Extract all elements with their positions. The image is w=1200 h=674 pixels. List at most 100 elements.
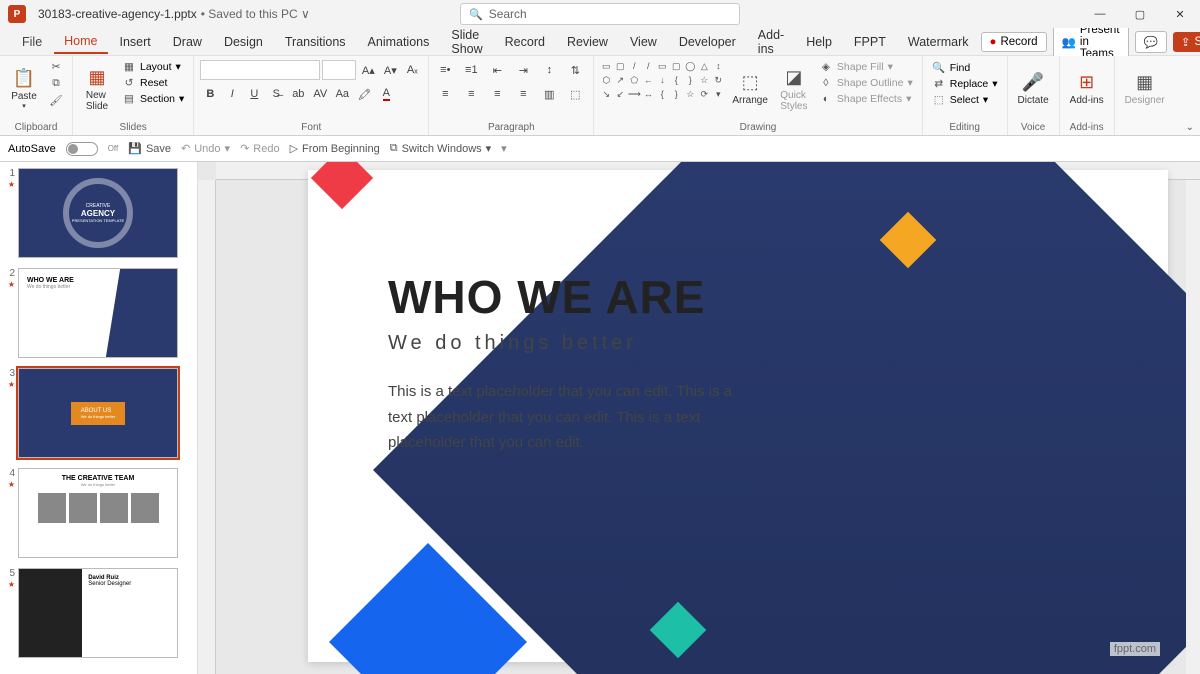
tab-slideshow[interactable]: Slide Show <box>441 24 492 60</box>
tab-insert[interactable]: Insert <box>110 31 161 53</box>
saved-status[interactable]: • Saved to this PC ∨ <box>201 7 310 21</box>
vertical-scrollbar[interactable] <box>1186 180 1200 674</box>
new-slide-button[interactable]: ▦ New Slide <box>79 60 115 118</box>
tab-view[interactable]: View <box>620 31 667 53</box>
thumbnail-3[interactable]: 3★ ABOUT USWe do things better <box>4 368 193 458</box>
smartart-button[interactable]: ⬚ <box>565 84 585 104</box>
columns-button[interactable]: ▥ <box>539 84 559 104</box>
increase-font-icon[interactable]: A▴ <box>358 60 378 80</box>
addins-button[interactable]: ⊞Add-ins <box>1066 60 1108 118</box>
tab-transitions[interactable]: Transitions <box>275 31 356 53</box>
bullets-button[interactable]: ≡• <box>435 60 455 80</box>
slide-canvas[interactable]: WHO WE ARE We do things better This is a… <box>308 170 1168 662</box>
format-painter-button[interactable]: 🖌 <box>46 93 66 108</box>
autosave-toggle[interactable] <box>66 142 98 156</box>
strikethrough-button[interactable]: S̶ <box>266 84 286 104</box>
play-icon: ▷ <box>290 142 298 155</box>
slide-thumbnails-panel[interactable]: 1★ CREATIVEAGENCYPRESENTATION TEMPLATE 2… <box>0 162 198 674</box>
indent-dec-button[interactable]: ⇤ <box>487 60 507 80</box>
tab-developer[interactable]: Developer <box>669 31 746 53</box>
dictate-button[interactable]: 🎤Dictate <box>1014 60 1053 118</box>
tab-animations[interactable]: Animations <box>358 31 440 53</box>
document-title[interactable]: 30183-creative-agency-1.pptx <box>38 7 197 21</box>
effects-icon: ◐ <box>819 93 833 105</box>
replace-button[interactable]: ⇄Replace ▾ <box>929 77 1001 91</box>
text-direction-button[interactable]: ⇅ <box>565 60 585 80</box>
line-spacing-button[interactable]: ↕ <box>539 60 559 80</box>
comments-button[interactable]: 💬 <box>1135 31 1167 53</box>
select-icon: ⬚ <box>932 94 946 106</box>
undo-button[interactable]: ↶Undo ▾ <box>181 142 230 155</box>
new-slide-icon: ▦ <box>88 67 105 88</box>
slide-subtitle[interactable]: We do things better <box>388 332 738 355</box>
tab-addins[interactable]: Add-ins <box>748 24 794 60</box>
shape-effects-button[interactable]: ◐Shape Effects ▾ <box>816 92 916 106</box>
decrease-font-icon[interactable]: A▾ <box>380 60 400 80</box>
tab-review[interactable]: Review <box>557 31 618 53</box>
minimize-button[interactable]: — <box>1080 0 1120 28</box>
arrange-button[interactable]: ⬚Arrange <box>728 60 772 118</box>
ribbon-collapse-button[interactable]: ⌄ <box>1186 122 1194 133</box>
fill-icon: ◈ <box>819 61 833 73</box>
underline-button[interactable]: U <box>244 84 264 104</box>
italic-button[interactable]: I <box>222 84 242 104</box>
shapes-gallery[interactable]: ▭▢//▭▢◯△↕ ⬡↗⬠←↓{}☆↻ ↘↙⟶↔{}☆⟳▾ <box>600 60 724 100</box>
numbering-button[interactable]: ≡1 <box>461 60 481 80</box>
tab-home[interactable]: Home <box>54 30 107 54</box>
select-button[interactable]: ⬚Select ▾ <box>929 93 1001 107</box>
quick-styles-button[interactable]: ◪Quick Styles <box>776 60 812 118</box>
designer-button[interactable]: ▦Designer <box>1121 60 1169 118</box>
find-button[interactable]: 🔍Find <box>929 60 1001 75</box>
font-family-select[interactable] <box>200 60 320 80</box>
tab-help[interactable]: Help <box>796 31 842 53</box>
align-center-button[interactable]: ≡ <box>461 84 481 104</box>
change-case-button[interactable]: Aa <box>332 84 352 104</box>
tab-record[interactable]: Record <box>495 31 555 53</box>
thumbnail-2[interactable]: 2★ WHO WE AREWe do things better <box>4 268 193 358</box>
align-right-button[interactable]: ≡ <box>487 84 507 104</box>
clear-format-icon[interactable]: Aₓ <box>402 60 422 80</box>
tab-file[interactable]: File <box>12 31 52 53</box>
copy-button[interactable]: ⧉ <box>46 76 66 91</box>
font-color-button[interactable]: A <box>376 84 396 104</box>
maximize-button[interactable]: ▢ <box>1120 0 1160 28</box>
switch-windows-button[interactable]: ⧉Switch Windows ▾ <box>390 142 491 155</box>
section-icon: ▤ <box>122 93 136 105</box>
font-size-select[interactable] <box>322 60 356 80</box>
tab-design[interactable]: Design <box>214 31 273 53</box>
slide-editor[interactable]: 6543210123456 WHO WE ARE We do things be… <box>198 162 1200 674</box>
justify-button[interactable]: ≡ <box>513 84 533 104</box>
thumbnail-5[interactable]: 5★ David RuizSenior Designer <box>4 568 193 658</box>
menu-bar: File Home Insert Draw Design Transitions… <box>0 28 1200 56</box>
thumbnail-4[interactable]: 4★ THE CREATIVE TEAMWe do things better <box>4 468 193 558</box>
layout-button[interactable]: ▦Layout ▾ <box>119 60 187 74</box>
from-beginning-button[interactable]: ▷From Beginning <box>290 142 380 155</box>
shape-outline-button[interactable]: ◊Shape Outline ▾ <box>816 76 916 90</box>
tab-watermark[interactable]: Watermark <box>898 31 979 53</box>
paste-button[interactable]: 📋 Paste ▾ <box>6 60 42 118</box>
redo-button[interactable]: ↷Redo <box>240 142 280 155</box>
slide-title[interactable]: WHO WE ARE <box>388 270 738 324</box>
shape-fill-button[interactable]: ◈Shape Fill ▾ <box>816 60 916 74</box>
bold-button[interactable]: B <box>200 84 220 104</box>
reset-button[interactable]: ↺Reset <box>119 76 187 90</box>
tab-fppt[interactable]: FPPT <box>844 31 896 53</box>
tab-draw[interactable]: Draw <box>163 31 212 53</box>
section-button[interactable]: ▤Section ▾ <box>119 92 187 106</box>
save-button[interactable]: 💾Save <box>128 142 171 155</box>
group-addins: ⊞Add-ins Add-ins <box>1060 56 1115 135</box>
search-box[interactable]: 🔍 Search <box>460 3 740 25</box>
shadow-button[interactable]: ab <box>288 84 308 104</box>
slide-body-text[interactable]: This is a text placeholder that you can … <box>388 379 738 456</box>
group-font: A▴ A▾ Aₓ B I U S̶ ab AV Aa 🖍 A Font <box>194 56 429 135</box>
highlight-button[interactable]: 🖍 <box>354 84 374 104</box>
thumbnail-1[interactable]: 1★ CREATIVEAGENCYPRESENTATION TEMPLATE <box>4 168 193 258</box>
cut-button[interactable]: ✂ <box>46 60 66 74</box>
record-button[interactable]: ●Record <box>981 32 1047 52</box>
align-left-button[interactable]: ≡ <box>435 84 455 104</box>
close-button[interactable]: ✕ <box>1160 0 1200 28</box>
share-button[interactable]: ⇪Share▾ <box>1173 32 1200 52</box>
indent-inc-button[interactable]: ⇥ <box>513 60 533 80</box>
copy-icon: ⧉ <box>49 77 63 90</box>
spacing-button[interactable]: AV <box>310 84 330 104</box>
